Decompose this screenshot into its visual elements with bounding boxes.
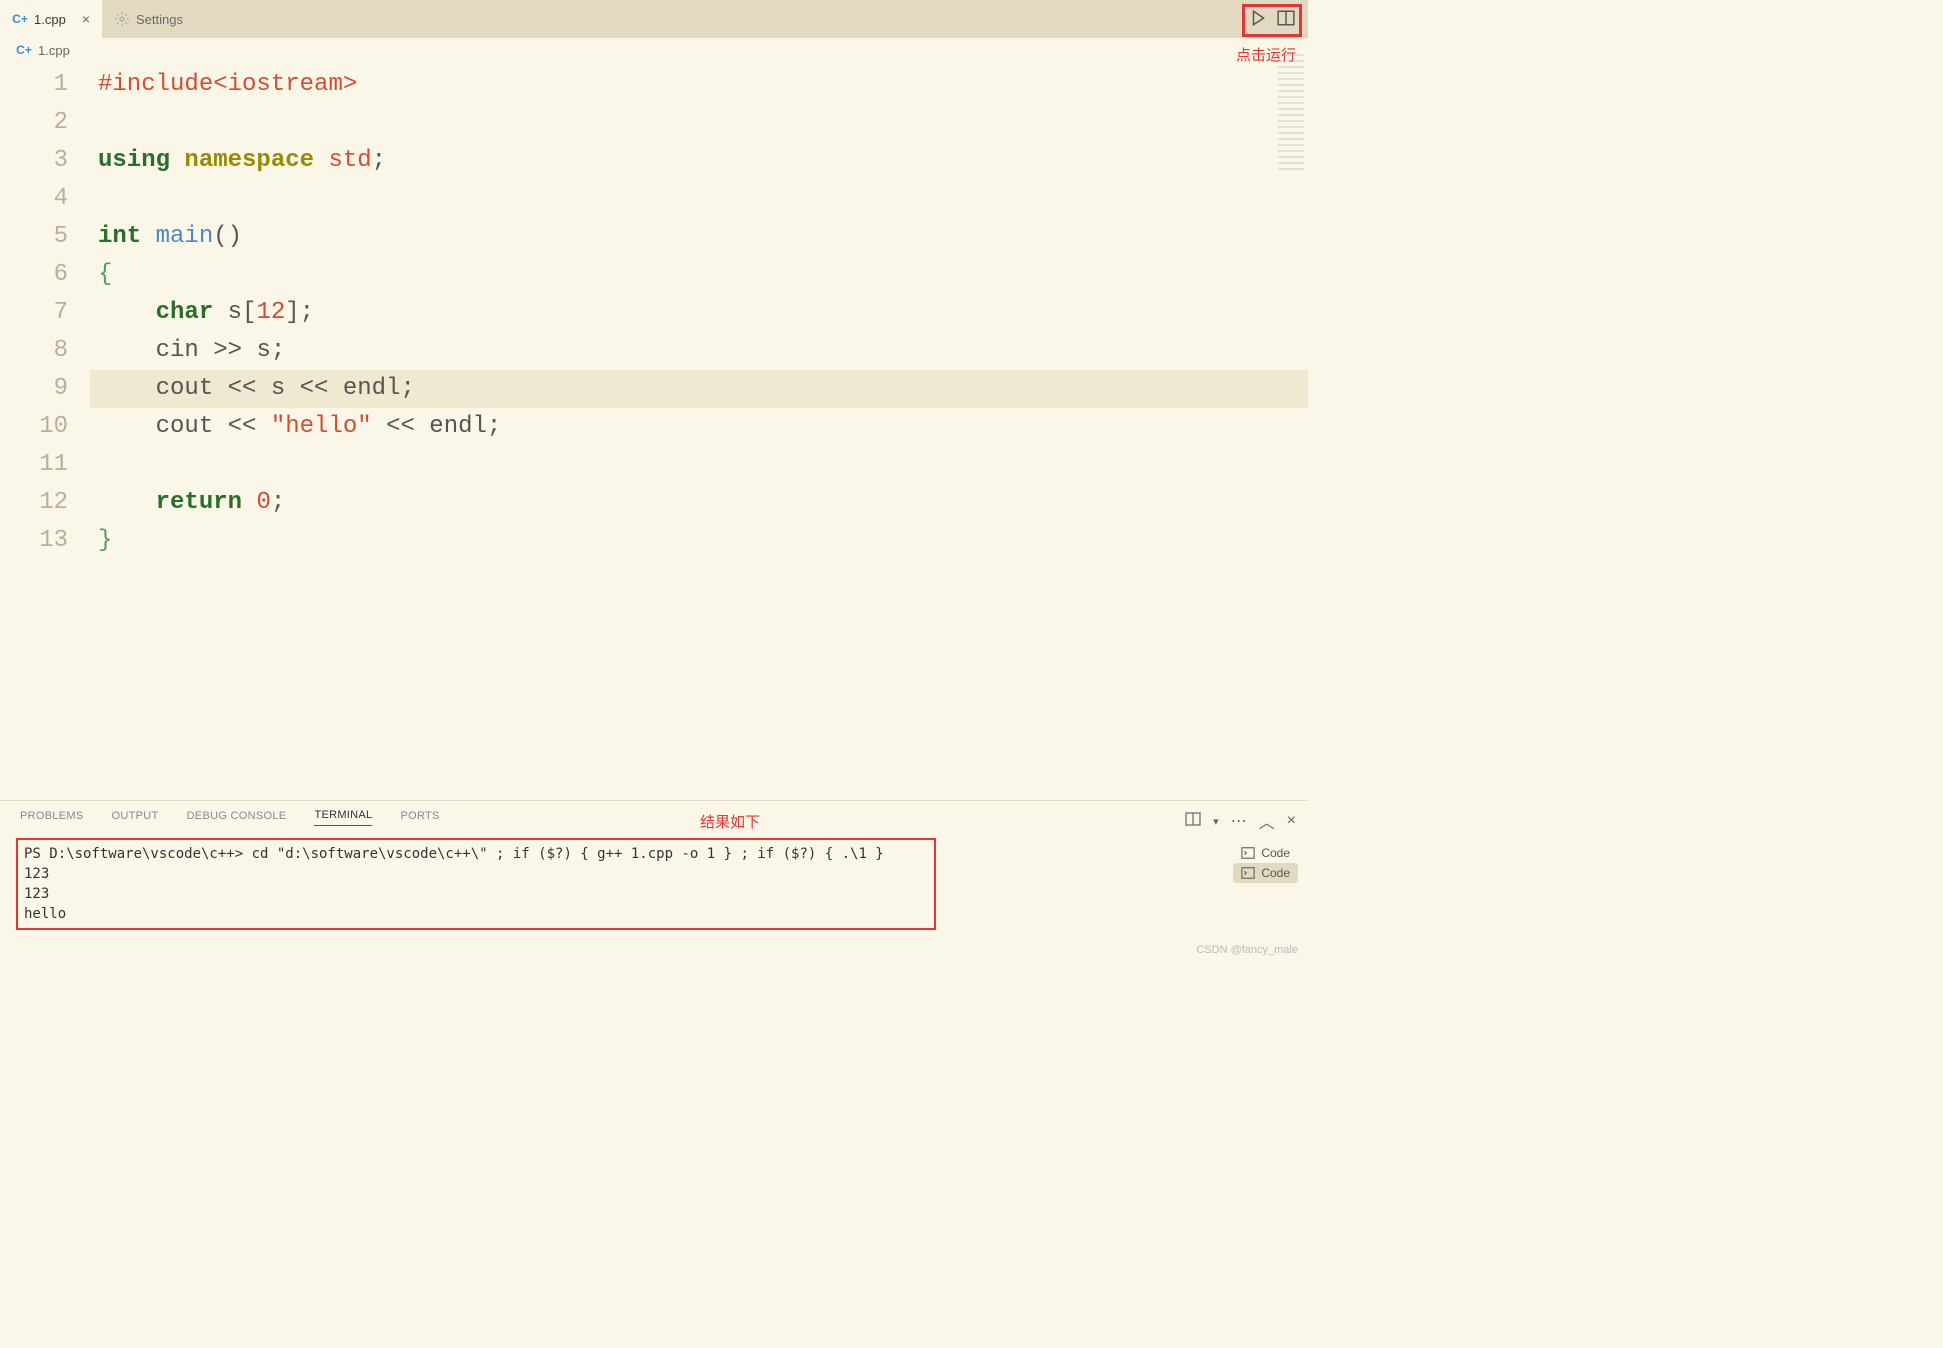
line-number: 11 [0,446,68,484]
line-number: 1 [0,66,68,104]
line-number: 6 [0,256,68,294]
breadcrumb-file: 1.cpp [38,43,70,58]
split-editor-icon[interactable] [1277,9,1295,32]
code-line[interactable]: return 0; [90,484,1308,522]
panel-tab-terminal[interactable]: TERMINAL [314,809,372,826]
settings-icon [114,11,130,27]
code-line[interactable]: cout << "hello" << endl; [90,408,1308,446]
cpp-file-icon: C+ [12,11,28,27]
terminal-line: PS D:\software\vscode\c++> cd "d:\softwa… [24,844,928,864]
code-line[interactable] [90,180,1308,218]
code-line[interactable]: cout << s << endl; [90,370,1308,408]
code-line[interactable]: { [90,256,1308,294]
panel-tab-problems[interactable]: PROBLEMS [20,810,84,826]
tab-label: 1.cpp [34,12,66,27]
panel-tab-ports[interactable]: PORTS [400,810,439,826]
breadcrumb[interactable]: C+ 1.cpp [0,38,1308,62]
code-editor[interactable]: 12345678910111213 #include<iostream>usin… [0,62,1308,560]
code-line[interactable]: using namespace std; [90,142,1308,180]
more-icon[interactable]: ⋯ [1231,811,1247,831]
line-number: 3 [0,142,68,180]
terminal-line: 123 [24,864,928,884]
close-panel-icon[interactable]: × [1287,812,1296,830]
code-line[interactable]: char s[12]; [90,294,1308,332]
chevron-down-icon[interactable]: ▾ [1213,815,1219,828]
panel-tab-output[interactable]: OUTPUT [112,810,159,826]
bottom-panel: PROBLEMS OUTPUT DEBUG CONSOLE TERMINAL PORTS… [0,800,1308,960]
code-line[interactable]: int main() [90,218,1308,256]
line-number: 2 [0,104,68,142]
terminal-shell-item[interactable]: Code [1233,843,1298,863]
code-line[interactable] [90,104,1308,142]
code-line[interactable]: cin >> s; [90,332,1308,370]
close-icon[interactable]: × [82,11,90,27]
line-number: 4 [0,180,68,218]
cpp-file-icon: C+ [16,42,32,58]
code-body[interactable]: #include<iostream> using namespace std; in… [90,66,1308,560]
terminal-shell-list: CodeCode [1233,843,1298,883]
editor-tabs: C+ 1.cpp × Settings [0,0,1308,38]
minimap[interactable] [1278,54,1304,174]
terminal-line: 123 [24,884,928,904]
line-number: 8 [0,332,68,370]
panel-tabs: PROBLEMS OUTPUT DEBUG CONSOLE TERMINAL PORTS [0,801,1308,832]
code-line[interactable] [90,446,1308,484]
line-number: 7 [0,294,68,332]
terminal-shell-item[interactable]: Code [1233,863,1298,883]
panel-tab-debug-console[interactable]: DEBUG CONSOLE [187,810,287,826]
code-line[interactable]: } [90,522,1308,560]
toolbar-run-group [1242,4,1302,37]
tab-settings[interactable]: Settings [102,0,195,38]
terminal-line: hello [24,904,928,924]
watermark: CSDN @fancy_male [1196,944,1298,956]
run-icon[interactable] [1249,9,1267,32]
line-number: 10 [0,408,68,446]
line-number: 12 [0,484,68,522]
line-number: 5 [0,218,68,256]
chevron-up-icon[interactable]: ︿ [1259,809,1275,833]
code-line[interactable]: #include<iostream> [90,66,1308,104]
tab-1-cpp[interactable]: C+ 1.cpp × [0,0,102,38]
panel-layout-icon[interactable] [1185,811,1201,832]
line-gutter: 12345678910111213 [0,66,90,560]
line-number: 13 [0,522,68,560]
panel-actions: ▾ ⋯ ︿ × [1185,809,1296,833]
annotation-result: 结果如下 [700,811,760,832]
terminal-output[interactable]: PS D:\software\vscode\c++> cd "d:\softwa… [16,838,936,930]
tab-label: Settings [136,12,183,27]
line-number: 9 [0,370,68,408]
